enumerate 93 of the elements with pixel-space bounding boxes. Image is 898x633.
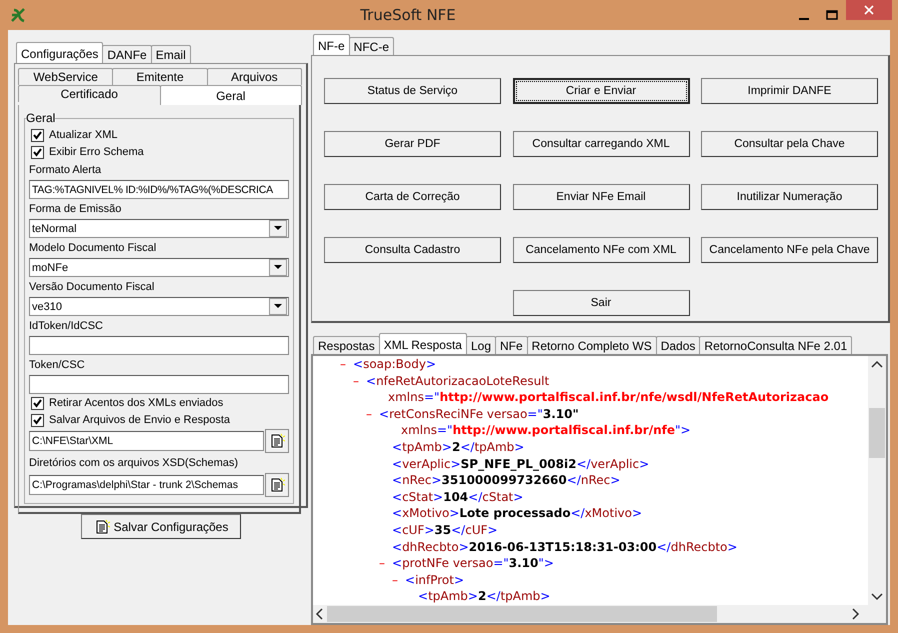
checkbox[interactable]	[31, 414, 44, 426]
browse-button[interactable]	[265, 473, 289, 497]
path-field[interactable]: C:\Programas\delphi\Star - trunk 2\Schemas	[29, 475, 264, 495]
dropdown[interactable]: moNFe	[29, 258, 289, 277]
action-button[interactable]: Sair	[512, 290, 690, 316]
scroll-left-icon[interactable]	[315, 608, 323, 620]
action-button[interactable]: Status de Serviço	[324, 78, 501, 104]
action-button[interactable]: Consultar pela Chave	[701, 131, 878, 157]
close-icon	[864, 5, 874, 15]
collapse-toggle[interactable]: –	[392, 572, 405, 588]
scroll-right-icon[interactable]	[852, 608, 860, 620]
field-label: Diretórios com os arquivos XSD(Schemas)	[29, 457, 238, 469]
xml-line: <verAplic>SP_NFE_PL_008i2</verAplic>	[392, 456, 650, 472]
tab[interactable]: Log	[466, 336, 496, 354]
scroll-thumb[interactable]	[327, 606, 717, 622]
checkbox-label: Exibir Erro Schema	[49, 146, 144, 158]
xml-line: xmlns="http://www.portalfiscal.inf.br/nfe">	[401, 422, 691, 439]
xml-line: <xMotivo>Lote processado</xMotivo>	[392, 505, 642, 522]
document-icon	[269, 477, 285, 493]
text-field[interactable]: TAG:%TAGNIVEL% ID:%ID%/%TAG%(%DESCRICA	[29, 180, 289, 199]
tab[interactable]: Email	[150, 45, 191, 63]
tab[interactable]: Geral	[160, 85, 302, 105]
xml-line: <soap:Body>	[353, 356, 436, 373]
xml-line: <protNFe versao="3.10">	[392, 555, 554, 572]
path-field[interactable]: C:\NFE\Star\XML	[29, 431, 264, 451]
app-logo-icon	[10, 7, 26, 23]
tab[interactable]: Certificado	[18, 85, 160, 102]
action-button[interactable]: Imprimir DANFE	[701, 78, 878, 104]
dropdown-arrow-icon	[274, 304, 282, 309]
field-label: Formato Alerta	[29, 164, 102, 176]
window-title: TrueSoft NFE	[359, 6, 457, 24]
action-button[interactable]: Cancelamento NFe com XML	[512, 237, 690, 263]
dropdown[interactable]: teNormal	[29, 219, 289, 238]
tab[interactable]: Retorno Completo WS	[526, 336, 657, 354]
xml-line: <dhRecbto>2016-06-13T15:18:31-03:00</dhRecbto>	[392, 538, 738, 556]
checkbox[interactable]	[31, 128, 44, 142]
xml-line: <nRec>351000099732660</nRec>	[392, 472, 620, 489]
text-field[interactable]	[29, 336, 289, 355]
action-button[interactable]: Consulta Cadastro	[324, 237, 501, 263]
action-button[interactable]: Inutilizar Numeração	[701, 184, 878, 210]
text-field[interactable]	[29, 375, 289, 394]
xml-line: <retConsReciNFe versao="3.10"	[379, 406, 579, 422]
scroll-up-icon[interactable]	[871, 360, 883, 368]
collapse-toggle[interactable]: –	[340, 356, 353, 373]
collapse-toggle[interactable]: –	[353, 372, 366, 390]
field-label: Forma de Emissão	[29, 203, 122, 215]
checkbox-label: Salvar Arquivos de Envio e Resposta	[49, 414, 230, 426]
action-button[interactable]: Gerar PDF	[324, 131, 501, 157]
action-button[interactable]: Criar e Enviar	[512, 78, 690, 104]
browse-button[interactable]	[265, 429, 289, 453]
tab[interactable]: NF-e	[313, 34, 350, 55]
vertical-scrollbar[interactable]	[868, 356, 886, 605]
action-button[interactable]: Carta de Correção	[324, 184, 501, 210]
xml-line: <tpAmb>2</tpAmb>	[392, 438, 524, 456]
collapse-toggle[interactable]: –	[366, 406, 379, 422]
xml-line: <cUF>35</cUF>	[392, 522, 498, 539]
field-label: Token/CSC	[29, 359, 85, 371]
tab[interactable]: Configurações	[16, 42, 104, 63]
tab[interactable]: WebService	[18, 68, 114, 85]
document-icon	[269, 433, 285, 449]
checkbox[interactable]	[31, 146, 44, 158]
xml-line: xmlns="http://www.portalfiscal.inf.br/nfe/wsdl/NfeRetAutorizacao	[388, 389, 829, 406]
action-button[interactable]: Enviar NFe Email	[512, 184, 690, 210]
close-button[interactable]	[846, 0, 892, 20]
save-button[interactable]: Salvar Configurações	[80, 514, 242, 539]
maximize-icon	[826, 10, 838, 20]
scroll-down-icon[interactable]	[871, 593, 883, 601]
group-title: Geral	[26, 111, 56, 125]
field-label: Modelo Documento Fiscal	[29, 242, 156, 254]
tab[interactable]: RetornoConsulta NFe 2.01	[699, 336, 852, 354]
checkbox[interactable]	[31, 396, 44, 410]
tab[interactable]: NFC-e	[348, 37, 394, 55]
xml-line: <nfeRetAutorizacaoLoteResult	[366, 372, 550, 390]
xml-line: <cStat>104</cStat>	[392, 488, 524, 506]
action-button[interactable]: Cancelamento NFe pela Chave	[701, 237, 878, 263]
save-document-icon	[94, 518, 110, 534]
tab[interactable]: Arquivos	[206, 68, 302, 85]
action-button[interactable]: Consultar carregando XML	[512, 131, 690, 157]
collapse-toggle[interactable]: –	[379, 555, 392, 572]
field-label: IdToken/IdCSC	[29, 320, 103, 332]
xml-line: <tpAmb>2</tpAmb>	[418, 588, 550, 605]
dropdown-arrow-icon	[274, 226, 282, 231]
tab[interactable]: Respostas	[313, 336, 380, 354]
dropdown-arrow-icon	[274, 265, 282, 270]
minimize-icon	[799, 18, 809, 20]
xml-line: <infProt>	[405, 572, 464, 588]
horizontal-scrollbar[interactable]	[313, 605, 886, 623]
dropdown[interactable]: ve310	[29, 297, 289, 316]
checkbox-label: Atualizar XML	[49, 129, 118, 141]
field-label: Versão Documento Fiscal	[29, 281, 154, 293]
tab[interactable]: XML Resposta	[378, 333, 467, 354]
scroll-thumb[interactable]	[869, 408, 885, 458]
checkbox-label: Retirar Acentos dos XMLs enviados	[49, 397, 224, 409]
